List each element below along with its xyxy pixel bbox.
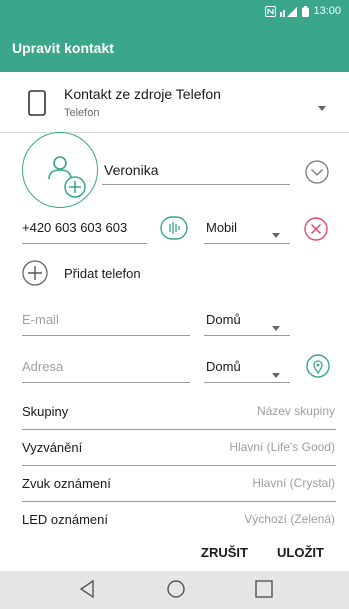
nfc-icon xyxy=(265,5,277,17)
field-label: Zvuk oznámení xyxy=(22,476,111,491)
navigation-bar xyxy=(0,571,349,609)
input-underline xyxy=(22,243,147,244)
save-button[interactable]: ULOŽIT xyxy=(277,545,324,560)
back-icon[interactable] xyxy=(78,579,96,604)
input-underline xyxy=(22,382,190,383)
address-field[interactable]: Adresa xyxy=(22,359,63,374)
app-bar: Upravit kontakt xyxy=(0,24,349,72)
source-title: Kontakt ze zdroje Telefon xyxy=(64,86,221,102)
groups-row[interactable]: Skupiny Název skupiny xyxy=(0,394,349,430)
dropdown-arrow-icon xyxy=(318,98,326,116)
map-pin-icon[interactable] xyxy=(306,352,330,385)
input-underline xyxy=(22,335,190,336)
signal-icon xyxy=(280,6,298,17)
status-bar: 13:00 xyxy=(0,0,349,24)
ringtone-row[interactable]: Vyzvánění Hlavní (Life's Good) xyxy=(0,430,349,466)
phone-device-icon xyxy=(28,90,46,121)
add-photo-icon[interactable] xyxy=(64,176,86,203)
status-time: 13:00 xyxy=(313,5,341,17)
field-value: Hlavní (Crystal) xyxy=(252,476,335,490)
address-type-select[interactable]: Domů xyxy=(206,359,241,374)
battery-icon xyxy=(302,5,310,17)
remove-phone-button[interactable] xyxy=(304,217,328,246)
field-label: Vyzvánění xyxy=(22,440,83,455)
field-value: Hlavní (Life's Good) xyxy=(229,440,335,454)
field-label: LED oznámení xyxy=(22,512,108,527)
recent-apps-icon[interactable] xyxy=(254,579,274,604)
input-underline xyxy=(204,335,290,336)
field-label: Skupiny xyxy=(22,404,69,419)
field-value: Výchozí (Zelená) xyxy=(244,512,335,526)
add-phone-icon[interactable] xyxy=(22,260,48,291)
dropdown-arrow-icon xyxy=(272,318,280,336)
source-subtitle: Telefon xyxy=(64,107,100,119)
home-icon[interactable] xyxy=(166,579,186,604)
dropdown-arrow-icon xyxy=(272,225,280,243)
notification-sound-row[interactable]: Zvuk oznámení Hlavní (Crystal) xyxy=(0,466,349,502)
dropdown-arrow-icon xyxy=(272,365,280,383)
contact-photo[interactable] xyxy=(22,132,98,208)
name-field[interactable]: Veronika xyxy=(104,162,158,178)
add-phone-button[interactable]: Přidat telefon xyxy=(64,266,141,281)
account-source-selector[interactable]: Kontakt ze zdroje Telefon Telefon xyxy=(0,72,349,132)
led-notification-row[interactable]: LED oznámení Výchozí (Zelená) xyxy=(0,502,349,538)
cancel-button[interactable]: ZRUŠIT xyxy=(201,545,248,560)
phone-type-select[interactable]: Mobil xyxy=(206,220,237,235)
input-underline xyxy=(204,243,290,244)
page-title: Upravit kontakt xyxy=(12,40,114,56)
email-type-select[interactable]: Domů xyxy=(206,312,241,327)
input-underline xyxy=(102,184,290,185)
action-bar: ZRUŠIT ULOŽIT xyxy=(0,535,349,571)
expand-name-button[interactable] xyxy=(305,160,329,189)
status-icons: 13:00 xyxy=(265,5,341,17)
input-underline xyxy=(204,382,290,383)
phone-number-field[interactable]: +420 603 603 603 xyxy=(22,220,127,235)
field-value: Název skupiny xyxy=(256,404,335,418)
email-field[interactable]: E-mail xyxy=(22,312,59,327)
phone-call-settings-icon[interactable] xyxy=(160,216,188,245)
